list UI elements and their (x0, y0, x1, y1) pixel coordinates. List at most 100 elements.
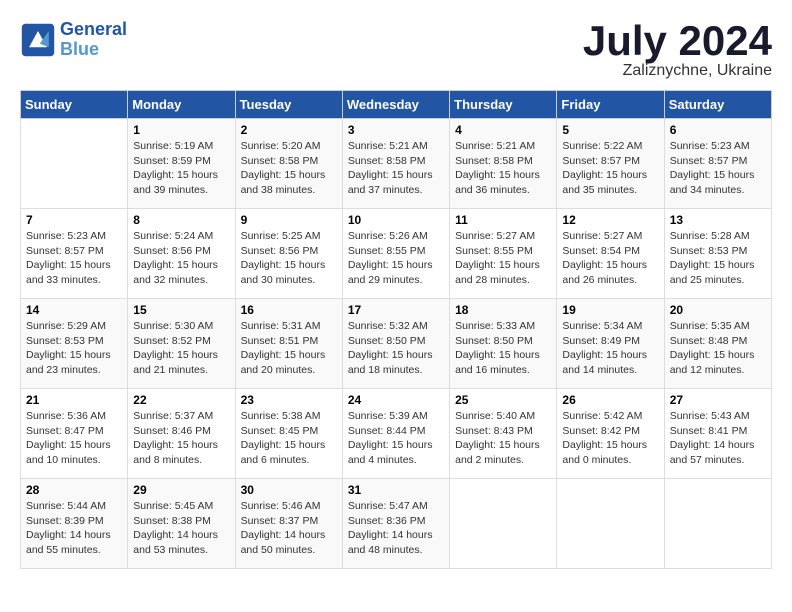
weekday-header-monday: Monday (128, 91, 235, 119)
calendar-cell: 21 Sunrise: 5:36 AMSunset: 8:47 PMDayligh… (21, 389, 128, 479)
weekday-header-thursday: Thursday (450, 91, 557, 119)
calendar-cell: 16 Sunrise: 5:31 AMSunset: 8:51 PMDayligh… (235, 299, 342, 389)
day-number: 13 (670, 213, 766, 227)
calendar-cell: 11 Sunrise: 5:27 AMSunset: 8:55 PMDayligh… (450, 209, 557, 299)
day-info: Sunrise: 5:24 AMSunset: 8:56 PMDaylight:… (133, 229, 229, 288)
day-info: Sunrise: 5:23 AMSunset: 8:57 PMDaylight:… (26, 229, 122, 288)
day-info: Sunrise: 5:44 AMSunset: 8:39 PMDaylight:… (26, 499, 122, 558)
calendar-cell (664, 479, 771, 569)
day-info: Sunrise: 5:38 AMSunset: 8:45 PMDaylight:… (241, 409, 337, 468)
day-number: 14 (26, 303, 122, 317)
calendar-cell: 18Sunrise: 5:33 AMSunset: 8:50 PMDayligh… (450, 299, 557, 389)
weekday-header-tuesday: Tuesday (235, 91, 342, 119)
day-info: Sunrise: 5:26 AMSunset: 8:55 PMDaylight:… (348, 229, 444, 288)
day-number: 9 (241, 213, 337, 227)
day-info: Sunrise: 5:37 AMSunset: 8:46 PMDaylight:… (133, 409, 229, 468)
weekday-header-row: SundayMondayTuesdayWednesdayThursdayFrid… (21, 91, 772, 119)
day-info: Sunrise: 5:27 AMSunset: 8:54 PMDaylight:… (562, 229, 658, 288)
weekday-header-sunday: Sunday (21, 91, 128, 119)
calendar-cell: 5Sunrise: 5:22 AMSunset: 8:57 PMDaylight… (557, 119, 664, 209)
calendar-cell: 24Sunrise: 5:39 AMSunset: 8:44 PMDayligh… (342, 389, 449, 479)
day-number: 26 (562, 393, 658, 407)
day-info: Sunrise: 5:47 AMSunset: 8:36 PMDaylight:… (348, 499, 444, 558)
day-info: Sunrise: 5:20 AMSunset: 8:58 PMDaylight:… (241, 139, 337, 198)
calendar-cell: 20 Sunrise: 5:35 AMSunset: 8:48 PMDayligh… (664, 299, 771, 389)
logo: General Blue (20, 20, 127, 60)
calendar-week-3: 14 Sunrise: 5:29 AMSunset: 8:53 PMDayligh… (21, 299, 772, 389)
day-number: 5 (562, 123, 658, 137)
day-number: 19 (562, 303, 658, 317)
day-info: Sunrise: 5:39 AMSunset: 8:44 PMDaylight:… (348, 409, 444, 468)
day-info: Sunrise: 5:34 AMSunset: 8:49 PMDaylight:… (562, 319, 658, 378)
calendar-cell: 2 Sunrise: 5:20 AMSunset: 8:58 PMDaylight… (235, 119, 342, 209)
day-info: Sunrise: 5:28 AMSunset: 8:53 PMDaylight:… (670, 229, 766, 288)
calendar-cell: 19 Sunrise: 5:34 AMSunset: 8:49 PMDayligh… (557, 299, 664, 389)
calendar-cell (21, 119, 128, 209)
calendar-cell: 8 Sunrise: 5:24 AMSunset: 8:56 PMDaylight… (128, 209, 235, 299)
calendar-cell: 27 Sunrise: 5:43 AMSunset: 8:41 PMDayligh… (664, 389, 771, 479)
calendar-cell: 22Sunrise: 5:37 AMSunset: 8:46 PMDayligh… (128, 389, 235, 479)
day-number: 17 (348, 303, 444, 317)
calendar-cell (557, 479, 664, 569)
day-info: Sunrise: 5:19 AMSunset: 8:59 PMDaylight:… (133, 139, 229, 198)
calendar-cell: 25 Sunrise: 5:40 AMSunset: 8:43 PMDayligh… (450, 389, 557, 479)
day-number: 2 (241, 123, 337, 137)
calendar-cell: 1 Sunrise: 5:19 AMSunset: 8:59 PMDaylight… (128, 119, 235, 209)
calendar-cell: 31Sunrise: 5:47 AMSunset: 8:36 PMDayligh… (342, 479, 449, 569)
calendar-cell: 13 Sunrise: 5:28 AMSunset: 8:53 PMDayligh… (664, 209, 771, 299)
day-number: 28 (26, 483, 122, 497)
day-number: 25 (455, 393, 551, 407)
logo-icon (20, 22, 56, 58)
day-info: Sunrise: 5:36 AMSunset: 8:47 PMDaylight:… (26, 409, 122, 468)
day-number: 15 (133, 303, 229, 317)
calendar-cell: 26 Sunrise: 5:42 AMSunset: 8:42 PMDayligh… (557, 389, 664, 479)
calendar-week-2: 7 Sunrise: 5:23 AMSunset: 8:57 PMDaylight… (21, 209, 772, 299)
calendar-cell: 15Sunrise: 5:30 AMSunset: 8:52 PMDayligh… (128, 299, 235, 389)
day-number: 6 (670, 123, 766, 137)
calendar-week-4: 21 Sunrise: 5:36 AMSunset: 8:47 PMDayligh… (21, 389, 772, 479)
day-number: 20 (670, 303, 766, 317)
day-number: 21 (26, 393, 122, 407)
day-number: 23 (241, 393, 337, 407)
title-block: July 2024 Zaliznychne, Ukraine (583, 20, 772, 80)
day-number: 10 (348, 213, 444, 227)
day-number: 11 (455, 213, 551, 227)
day-info: Sunrise: 5:42 AMSunset: 8:42 PMDaylight:… (562, 409, 658, 468)
calendar-cell: 23 Sunrise: 5:38 AMSunset: 8:45 PMDayligh… (235, 389, 342, 479)
day-number: 16 (241, 303, 337, 317)
logo-line2: Blue (60, 40, 127, 60)
day-info: Sunrise: 5:31 AMSunset: 8:51 PMDaylight:… (241, 319, 337, 378)
day-info: Sunrise: 5:43 AMSunset: 8:41 PMDaylight:… (670, 409, 766, 468)
day-info: Sunrise: 5:21 AMSunset: 8:58 PMDaylight:… (455, 139, 551, 198)
calendar-cell: 9 Sunrise: 5:25 AMSunset: 8:56 PMDaylight… (235, 209, 342, 299)
day-info: Sunrise: 5:29 AMSunset: 8:53 PMDaylight:… (26, 319, 122, 378)
calendar-cell: 10 Sunrise: 5:26 AMSunset: 8:55 PMDayligh… (342, 209, 449, 299)
calendar-cell: 28 Sunrise: 5:44 AMSunset: 8:39 PMDayligh… (21, 479, 128, 569)
day-number: 8 (133, 213, 229, 227)
day-info: Sunrise: 5:32 AMSunset: 8:50 PMDaylight:… (348, 319, 444, 378)
calendar-cell: 17 Sunrise: 5:32 AMSunset: 8:50 PMDayligh… (342, 299, 449, 389)
calendar-cell: 14 Sunrise: 5:29 AMSunset: 8:53 PMDayligh… (21, 299, 128, 389)
day-number: 18 (455, 303, 551, 317)
day-number: 1 (133, 123, 229, 137)
day-number: 12 (562, 213, 658, 227)
weekday-header-saturday: Saturday (664, 91, 771, 119)
day-info: Sunrise: 5:45 AMSunset: 8:38 PMDaylight:… (133, 499, 229, 558)
day-number: 29 (133, 483, 229, 497)
weekday-header-wednesday: Wednesday (342, 91, 449, 119)
day-number: 27 (670, 393, 766, 407)
day-info: Sunrise: 5:21 AMSunset: 8:58 PMDaylight:… (348, 139, 444, 198)
page-header: General Blue July 2024 Zaliznychne, Ukra… (20, 20, 772, 80)
day-info: Sunrise: 5:25 AMSunset: 8:56 PMDaylight:… (241, 229, 337, 288)
calendar-cell: 12 Sunrise: 5:27 AMSunset: 8:54 PMDayligh… (557, 209, 664, 299)
day-number: 7 (26, 213, 122, 227)
day-info: Sunrise: 5:35 AMSunset: 8:48 PMDaylight:… (670, 319, 766, 378)
day-info: Sunrise: 5:46 AMSunset: 8:37 PMDaylight:… (241, 499, 337, 558)
location: Zaliznychne, Ukraine (583, 62, 772, 80)
day-info: Sunrise: 5:27 AMSunset: 8:55 PMDaylight:… (455, 229, 551, 288)
calendar-body: 1 Sunrise: 5:19 AMSunset: 8:59 PMDaylight… (21, 119, 772, 569)
calendar-table: SundayMondayTuesdayWednesdayThursdayFrid… (20, 90, 772, 569)
day-info: Sunrise: 5:40 AMSunset: 8:43 PMDaylight:… (455, 409, 551, 468)
calendar-cell: 30Sunrise: 5:46 AMSunset: 8:37 PMDayligh… (235, 479, 342, 569)
weekday-header-friday: Friday (557, 91, 664, 119)
